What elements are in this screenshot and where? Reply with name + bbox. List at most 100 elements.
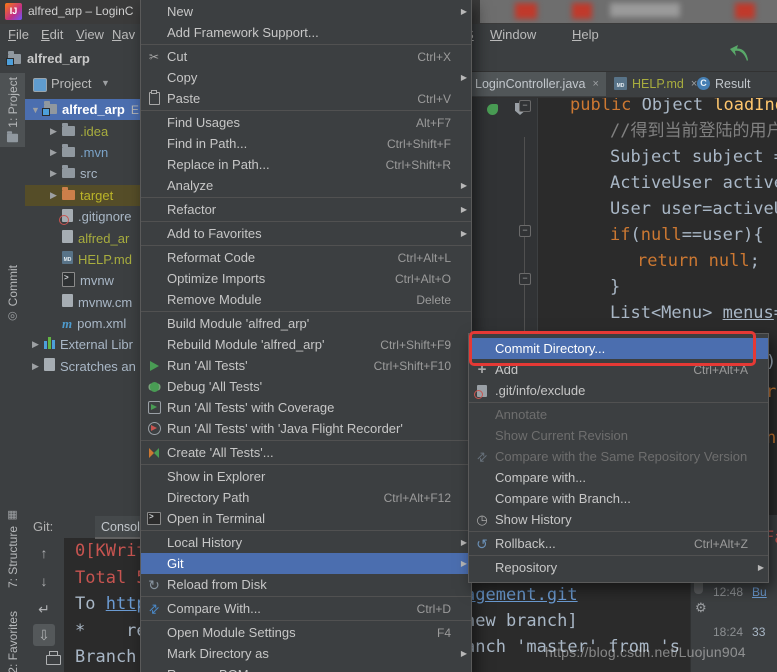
menu-item-rebuild-module-alfred-arp[interactable]: Rebuild Module 'alfred_arp'Ctrl+Shift+F9 <box>141 334 471 355</box>
close-icon[interactable]: × <box>593 78 599 90</box>
menu-separator <box>141 596 471 597</box>
menu-item-annotate[interactable]: Annotate <box>469 404 768 425</box>
tree-toggle-icon[interactable]: ▶ <box>29 361 42 372</box>
menu-item-show-in-explorer[interactable]: Show in Explorer <box>141 466 471 487</box>
menu-view[interactable]: View <box>76 27 104 42</box>
git-toolwindow-label: Git: <box>33 519 53 534</box>
menu-item-git-info-exclude[interactable]: .git/info/exclude <box>469 380 768 401</box>
menu-item-copy[interactable]: Copy▶ <box>141 67 471 88</box>
wrench-icon[interactable]: ⚙ <box>695 600 707 616</box>
event-link[interactable]: Bu <box>752 585 767 599</box>
menu-item-rollback[interactable]: ↺Rollback...Ctrl+Alt+Z <box>469 533 768 554</box>
menu-item-show-current-revision[interactable]: Show Current Revision <box>469 425 768 446</box>
stripe-structure-button[interactable]: ▦ 7: Structure <box>0 506 25 592</box>
tree-toggle-icon[interactable]: ▶ <box>47 147 60 158</box>
stripe-project-button[interactable]: 1: Project <box>0 73 25 147</box>
project-icon <box>7 133 18 142</box>
blur-blob <box>735 3 755 19</box>
menu-item-paste[interactable]: PasteCtrl+V <box>141 88 471 109</box>
event-log-row[interactable]: 12:48 Bu <box>713 585 767 599</box>
menu-file[interactable]: File <box>8 27 29 42</box>
code-segment: Object <box>642 95 714 115</box>
menu-item-compare-with[interactable]: ⇄Compare With...Ctrl+D <box>141 598 471 619</box>
menu-item-compare-with[interactable]: Compare with... <box>469 467 768 488</box>
menu-item-label: Add to Favorites <box>167 226 457 241</box>
menu-item-analyze[interactable]: Analyze▶ <box>141 175 471 196</box>
tree-toggle-icon[interactable]: ▶ <box>47 126 60 137</box>
menu-item-label: Run 'All Tests' with 'Java Flight Record… <box>167 421 457 436</box>
tree-item-label: target <box>80 188 113 203</box>
stripe-commit-button[interactable]: Commit ◎ <box>0 261 25 326</box>
menu-shortcut: Ctrl+Alt+Z <box>694 537 748 551</box>
menu-item-add-to-favorites[interactable]: Add to Favorites▶ <box>141 223 471 244</box>
code-segment: ==user){ <box>682 225 764 245</box>
menu-item-open-module-settings[interactable]: Open Module SettingsF4 <box>141 622 471 643</box>
menu-item-local-history[interactable]: Local History▶ <box>141 532 471 553</box>
menu-item-add-framework-support[interactable]: Add Framework Support... <box>141 22 471 43</box>
event-value: 33 <box>752 625 765 639</box>
menu-item-show-history[interactable]: ◷Show History <box>469 509 768 530</box>
window-title: alfred_arp – LoginC <box>28 4 133 18</box>
fold-marker-icon[interactable]: − <box>519 100 531 112</box>
menu-item-optimize-imports[interactable]: Optimize ImportsCtrl+Alt+O <box>141 268 471 289</box>
menu-item-find-usages[interactable]: Find UsagesAlt+F7 <box>141 112 471 133</box>
menu-item-debug-all-tests[interactable]: Debug 'All Tests' <box>141 376 471 397</box>
scroll-up-icon[interactable]: ↑ <box>33 542 55 564</box>
menu-item-build-module-alfred-arp[interactable]: Build Module 'alfred_arp' <box>141 313 471 334</box>
menu-item-run-all-tests-with-coverage[interactable]: Run 'All Tests' with Coverage <box>141 397 471 418</box>
code-segment: Subject subject = <box>610 147 777 167</box>
fold-marker-icon[interactable]: − <box>519 225 531 237</box>
menu-window[interactable]: Window <box>490 27 536 42</box>
tab-logincontroller-java[interactable]: LoginController.java × <box>468 71 606 96</box>
menu-item-repository[interactable]: Repository▶ <box>469 557 768 578</box>
menu-item-new[interactable]: New▶ <box>141 1 471 22</box>
menu-item-refactor[interactable]: Refactor▶ <box>141 199 471 220</box>
menu-item-replace-in-path[interactable]: Replace in Path...Ctrl+Shift+R <box>141 154 471 175</box>
menu-nav[interactable]: Nav <box>112 27 135 42</box>
menu-edit[interactable]: Edit <box>41 27 63 42</box>
menu-item-directory-path[interactable]: Directory PathCtrl+Alt+F12 <box>141 487 471 508</box>
menu-item-find-in-path[interactable]: Find in Path...Ctrl+Shift+F <box>141 133 471 154</box>
spring-leaf-gutter-icon[interactable] <box>487 104 498 115</box>
menu-icon-slot <box>141 512 167 525</box>
menu-shortcut: Ctrl+Alt+O <box>395 272 451 286</box>
menu-item-label: Local History <box>167 535 457 550</box>
tab-result[interactable]: C Result <box>690 71 757 96</box>
menu-item-compare-with-branch[interactable]: Compare with Branch... <box>469 488 768 509</box>
tree-toggle-icon[interactable]: ▶ <box>47 190 60 201</box>
soft-wrap-icon[interactable]: ↵ <box>33 598 55 620</box>
fold-marker-icon[interactable]: − <box>519 273 531 285</box>
scroll-to-end-icon[interactable]: ⇩ <box>33 624 55 646</box>
menu-item-cut[interactable]: ✂CutCtrl+X <box>141 46 471 67</box>
menu-item-remove-bom[interactable]: Remove BOM <box>141 664 471 672</box>
navigate-back-icon[interactable] <box>728 44 750 69</box>
ext-lib-icon <box>44 337 55 352</box>
breadcrumb[interactable]: alfred_arp <box>27 51 90 66</box>
code-line: //得到当前登陆的用户 <box>610 118 777 144</box>
tree-toggle-icon[interactable]: ▼ <box>29 105 42 115</box>
console-link[interactable]: agement.git <box>465 585 578 605</box>
menu-item-mark-directory-as[interactable]: Mark Directory as▶ <box>141 643 471 664</box>
menu-help[interactable]: Help <box>572 27 599 42</box>
scroll-down-icon[interactable]: ↓ <box>33 570 55 592</box>
code-segment: menus <box>723 303 774 323</box>
event-time: 12:48 <box>713 585 743 599</box>
tree-toggle-icon[interactable]: ▶ <box>47 168 60 179</box>
menu-item-reload-from-disk[interactable]: ↻Reload from Disk <box>141 574 471 595</box>
stripe-favorites-button[interactable]: 2: Favorites ★ <box>0 607 25 672</box>
menu-item-create-all-tests[interactable]: Create 'All Tests'... <box>141 442 471 463</box>
blur-blob <box>572 3 592 19</box>
menu-item-reformat-code[interactable]: Reformat CodeCtrl+Alt+L <box>141 247 471 268</box>
file-icon <box>62 294 73 310</box>
tree-toggle-icon[interactable]: ▶ <box>29 339 42 350</box>
menu-item-run-all-tests-with-java-flight-recorder[interactable]: Run 'All Tests' with 'Java Flight Record… <box>141 418 471 439</box>
menu-item-git[interactable]: Git▶ <box>141 553 471 574</box>
menu-item-compare-with-the-same-repository-version[interactable]: ⇄Compare with the Same Repository Versio… <box>469 446 768 467</box>
event-log-row[interactable]: 18:2433 <box>713 625 765 639</box>
tree-item-hint: E <box>131 103 139 117</box>
menu-item-remove-module[interactable]: Remove ModuleDelete <box>141 289 471 310</box>
tree-item-label: mvnw <box>80 273 114 288</box>
menu-item-open-in-terminal[interactable]: Open in Terminal <box>141 508 471 529</box>
menu-item-run-all-tests[interactable]: Run 'All Tests'Ctrl+Shift+F10 <box>141 355 471 376</box>
print-icon[interactable] <box>33 650 55 672</box>
